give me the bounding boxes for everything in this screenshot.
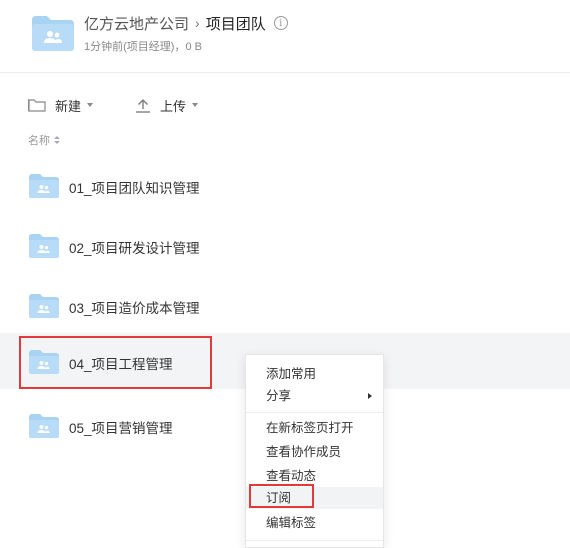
folder-name: 03_项目造价成本管理 bbox=[69, 301, 200, 316]
breadcrumb: 亿方云地产公司 › 项目团队 i bbox=[84, 12, 288, 34]
context-menu: 添加常用 分享 在新标签页打开 查看协作成员 查看动态 订阅 编辑标签 bbox=[245, 354, 384, 548]
chevron-right-icon bbox=[368, 393, 372, 399]
new-label: 新建 bbox=[55, 98, 82, 114]
folder-icon bbox=[29, 234, 59, 258]
column-header-name[interactable]: 名称 bbox=[28, 132, 60, 148]
folder-row[interactable]: 02_项目研发设计管理 bbox=[0, 217, 570, 273]
folder-name: 01_项目团队知识管理 bbox=[69, 181, 200, 196]
menu-divider bbox=[246, 540, 383, 541]
menu-item-label: 在新标签页打开 bbox=[266, 421, 354, 435]
breadcrumb-current: 项目团队 bbox=[205, 15, 266, 33]
menu-item-open-new-tab[interactable]: 在新标签页打开 bbox=[246, 417, 383, 439]
menu-item-label: 分享 bbox=[266, 389, 292, 403]
header-divider bbox=[0, 72, 570, 73]
new-folder-icon bbox=[28, 99, 46, 112]
folder-row[interactable]: 03_项目造价成本管理 bbox=[0, 277, 570, 333]
menu-item-label: 编辑标签 bbox=[266, 516, 317, 530]
menu-item-add-favorite[interactable]: 添加常用 bbox=[246, 363, 383, 385]
menu-item-label: 查看协作成员 bbox=[266, 445, 342, 459]
folder-icon bbox=[29, 414, 59, 438]
info-icon[interactable]: i bbox=[273, 16, 288, 30]
folder-name: 05_项目营销管理 bbox=[69, 421, 173, 436]
upload-button[interactable]: 上传 bbox=[135, 95, 199, 115]
chevron-down-icon bbox=[87, 103, 94, 107]
folder-row[interactable]: 01_项目团队知识管理 bbox=[0, 157, 570, 213]
menu-divider bbox=[246, 412, 383, 413]
menu-item-share[interactable]: 分享 bbox=[246, 385, 383, 407]
chevron-down-icon bbox=[192, 103, 199, 107]
folder-meta: 1分钟前(项目经理)，0 B bbox=[84, 41, 202, 53]
column-name-label: 名称 bbox=[28, 135, 50, 147]
menu-item-view-collaborators[interactable]: 查看协作成员 bbox=[246, 441, 383, 463]
highlight-box-subscribe bbox=[249, 484, 314, 508]
menu-item-label: 添加常用 bbox=[266, 367, 317, 381]
upload-label: 上传 bbox=[160, 98, 187, 114]
folder-name: 02_项目研发设计管理 bbox=[69, 241, 200, 256]
folder-icon bbox=[29, 174, 59, 198]
upload-arrow-icon bbox=[136, 98, 150, 113]
folder-icon bbox=[29, 294, 59, 318]
highlight-box-folder-04 bbox=[19, 336, 212, 389]
sort-icon bbox=[54, 136, 60, 144]
breadcrumb-parent-link[interactable]: 亿方云地产公司 bbox=[84, 13, 189, 34]
menu-item-edit-tags[interactable]: 编辑标签 bbox=[246, 512, 383, 534]
breadcrumb-separator: › bbox=[195, 15, 200, 31]
new-button[interactable]: 新建 bbox=[28, 95, 94, 115]
menu-item-label: 查看动态 bbox=[266, 469, 317, 483]
folder-with-people-icon bbox=[32, 16, 74, 51]
